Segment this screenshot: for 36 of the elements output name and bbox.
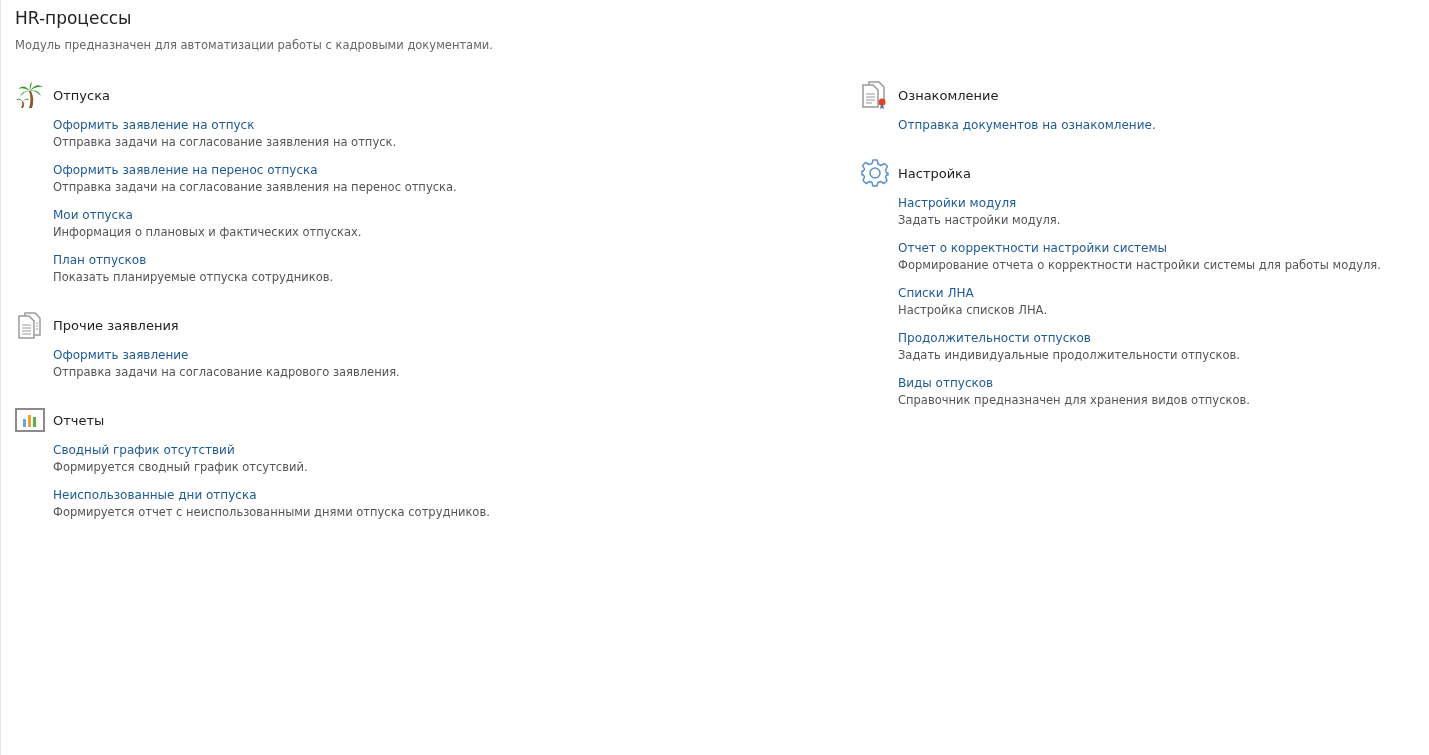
action-description: Отправка задачи на согласование кадрового заявления. bbox=[53, 365, 400, 379]
action-description: Формирование отчета о корректности настройки системы для работы модуля. bbox=[898, 258, 1381, 272]
page-description: Модуль предназначен для автоматизации работы с кадровыми документами. bbox=[15, 38, 493, 52]
settings-icon bbox=[860, 158, 890, 188]
action-link[interactable]: Мои отпуска bbox=[53, 208, 133, 222]
section-heading: Настройка bbox=[898, 165, 971, 181]
action-description: Формируется отчет с неиспользованными днями отпуска сотрудников. bbox=[53, 505, 490, 519]
action-link[interactable]: Настройки модуля bbox=[898, 196, 1017, 210]
page-title: HR-процессы bbox=[15, 8, 133, 28]
action-link[interactable]: Продолжительности отпусков bbox=[898, 331, 1091, 345]
action-description: Задать настройки модуля. bbox=[898, 213, 1061, 227]
action-description: Задать индивидуальные продолжительности отпусков. bbox=[898, 348, 1240, 362]
action-link[interactable]: Сводный график отсутствий bbox=[53, 443, 235, 457]
bar-chart-icon bbox=[15, 408, 45, 432]
action-description: Настройка списков ЛНА. bbox=[898, 303, 1048, 317]
action-description: Показать планируемые отпуска сотрудников. bbox=[53, 270, 334, 284]
action-link[interactable]: Списки ЛНА bbox=[898, 286, 974, 300]
action-link[interactable]: Оформить заявление на перенос отпуска bbox=[53, 163, 318, 177]
action-link[interactable]: Неиспользованные дни отпуска bbox=[53, 488, 257, 502]
section-heading: Ознакомление bbox=[898, 87, 999, 103]
section-heading: Отчеты bbox=[53, 412, 105, 428]
action-link[interactable]: Отчет о корректности настройки системы bbox=[898, 241, 1167, 255]
action-link[interactable]: План отпусков bbox=[53, 253, 147, 267]
action-link[interactable]: Оформить заявление bbox=[53, 348, 189, 362]
section-heading: Отпуска bbox=[53, 87, 110, 103]
action-link[interactable]: Виды отпусков bbox=[898, 376, 994, 390]
action-link[interactable]: Отправка документов на ознакомление. bbox=[898, 118, 1156, 132]
action-link[interactable]: Оформить заявление на отпуск bbox=[53, 118, 255, 132]
action-description: Формируется сводный график отсутсвий. bbox=[53, 460, 308, 474]
documents-icon bbox=[16, 311, 44, 339]
action-description: Информация о плановых и фактических отпусках. bbox=[53, 225, 362, 239]
action-description: Справочник предназначен для хранения видов отпусков. bbox=[898, 393, 1250, 407]
section-heading: Прочие заявления bbox=[53, 317, 179, 333]
action-description: Отправка задачи на согласование заявления на отпуск. bbox=[53, 135, 397, 149]
palm-tree-icon bbox=[16, 81, 44, 109]
action-description: Отправка задачи на согласование заявления на перенос отпуска. bbox=[53, 180, 457, 194]
